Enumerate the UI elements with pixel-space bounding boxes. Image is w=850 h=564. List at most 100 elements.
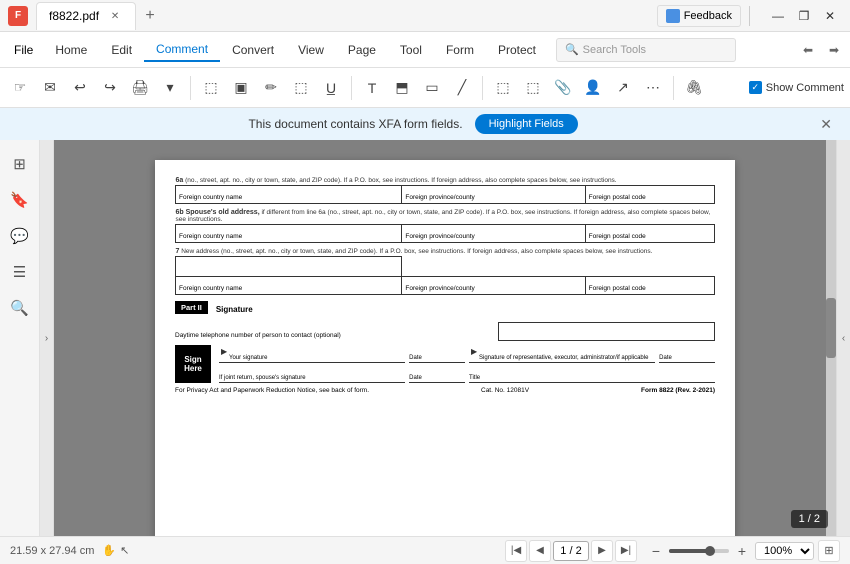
joint-sig-line: If joint return, spouse's signature bbox=[219, 365, 405, 383]
sign-fields-area: ▶ Your signature Date bbox=[219, 345, 715, 383]
toolbar-shape-icon[interactable]: ▭ bbox=[418, 74, 446, 102]
close-button[interactable]: ✕ bbox=[818, 4, 842, 28]
tab-f8822[interactable]: f8822.pdf ✕ bbox=[36, 2, 136, 30]
your-sig-fields: ▶ Your signature Date bbox=[219, 345, 465, 363]
document-viewer: 6a (no., street, apt. no., city or town,… bbox=[54, 140, 836, 536]
tab-bar: f8822.pdf ✕ + bbox=[36, 2, 657, 30]
menu-item-form[interactable]: Form bbox=[434, 39, 486, 61]
new-tab-button[interactable]: + bbox=[138, 4, 162, 28]
toolbar-pen-icon[interactable]: ✏ bbox=[257, 74, 285, 102]
menu-item-home[interactable]: Home bbox=[43, 39, 99, 61]
zoom-in-button[interactable]: + bbox=[733, 542, 751, 560]
collapse-left-button[interactable]: › bbox=[40, 140, 54, 536]
toolbar-print-icon[interactable]: 🖨 bbox=[126, 74, 154, 102]
toolbar-user-icon[interactable]: 👤 bbox=[579, 74, 607, 102]
toolbar-clip-icon[interactable]: 🖇 bbox=[680, 74, 708, 102]
row-6b-field-country: Foreign country name bbox=[176, 225, 402, 243]
form-row-6a: 6a (no., street, apt. no., city or town,… bbox=[175, 176, 715, 204]
your-sig-line: Your signature bbox=[219, 345, 405, 363]
toolbar-undo-icon[interactable]: ↩ bbox=[66, 74, 94, 102]
xfa-bar-center: This document contains XFA form fields. … bbox=[12, 114, 814, 134]
menu-item-page[interactable]: Page bbox=[336, 39, 388, 61]
menu-item-view[interactable]: View bbox=[286, 39, 336, 61]
tab-close-icon[interactable]: ✕ bbox=[107, 8, 123, 24]
page-input[interactable] bbox=[553, 541, 589, 561]
rep-sig-field: ▶ Signature of representative, executor,… bbox=[469, 345, 655, 363]
menu-item-protect[interactable]: Protect bbox=[486, 39, 548, 61]
zoom-slider-thumb[interactable] bbox=[705, 546, 715, 556]
prev-page-button[interactable]: ◀ bbox=[529, 540, 551, 562]
sidebar-search-icon[interactable]: 🔍 bbox=[4, 292, 36, 324]
fit-page-button[interactable]: ⊞ bbox=[818, 540, 840, 562]
nav-forward-button[interactable]: ➡ bbox=[822, 38, 846, 62]
your-sig-date: Date bbox=[409, 345, 465, 363]
row-6a-field-postal: Foreign postal code bbox=[585, 186, 714, 204]
dimensions-label: 21.59 x 27.94 cm bbox=[10, 545, 94, 557]
sign-here-section: Sign Here ▶ Your signature bbox=[175, 345, 715, 383]
sidebar: ⊞ 🔖 💬 ☰ 🔍 bbox=[0, 140, 40, 536]
zoom-slider[interactable] bbox=[669, 549, 729, 553]
toolbar-eraser-icon[interactable]: ⬚ bbox=[287, 74, 315, 102]
toolbar-more-icon[interactable]: ⋯ bbox=[639, 74, 667, 102]
part2-title: Signature bbox=[216, 305, 253, 314]
row-7-field-main bbox=[176, 257, 402, 277]
toolbar-share-icon[interactable]: ↗ bbox=[609, 74, 637, 102]
statusbar-nav: |◀ ◀ ▶ ▶| − + 100% 75% 125% 150% ⊞ bbox=[505, 540, 840, 562]
xfa-close-icon[interactable]: ✕ bbox=[814, 114, 838, 135]
toolbar-separator-3 bbox=[482, 76, 483, 100]
collapse-right-button[interactable]: ‹ bbox=[836, 140, 850, 536]
feedback-button[interactable]: Feedback bbox=[657, 5, 741, 27]
toolbar: ☞ ✉ ↩ ↪ 🖨 ▾ ⬚ ▣ ✏ ⬚ U̲ T ⬒ ▭ ╱ ⬚ ⬚ 📎 👤 ↗… bbox=[0, 68, 850, 108]
daytime-field bbox=[499, 323, 715, 341]
row-7-number: 7 bbox=[176, 248, 180, 255]
toolbar-select-icon[interactable]: ⬚ bbox=[197, 74, 225, 102]
nav-back-button[interactable]: ⬅ bbox=[796, 38, 820, 62]
scrollbar-vertical[interactable] bbox=[826, 140, 836, 536]
joint-sig-fields: If joint return, spouse's signature Date bbox=[219, 365, 465, 383]
first-page-button[interactable]: |◀ bbox=[505, 540, 527, 562]
search-tools-box[interactable]: 🔍 Search Tools bbox=[556, 38, 736, 62]
toolbar-highlight-icon[interactable]: ▣ bbox=[227, 74, 255, 102]
menu-item-file[interactable]: File bbox=[4, 39, 43, 61]
joint-sig-group: If joint return, spouse's signature Date bbox=[219, 365, 465, 383]
toolbar-line-icon[interactable]: ╱ bbox=[448, 74, 476, 102]
zoom-controls: − + 100% 75% 125% 150% ⊞ bbox=[647, 540, 840, 562]
menu-item-tool[interactable]: Tool bbox=[388, 39, 434, 61]
titlebar: F f8822.pdf ✕ + Feedback — ❐ ✕ bbox=[0, 0, 850, 32]
minimize-button[interactable]: — bbox=[766, 4, 790, 28]
restore-button[interactable]: ❐ bbox=[792, 4, 816, 28]
sidebar-comment-icon[interactable]: 💬 bbox=[4, 220, 36, 252]
scrollbar-thumb[interactable] bbox=[826, 298, 836, 358]
toolbar-hand-icon[interactable]: ☞ bbox=[6, 74, 34, 102]
toolbar-callout-icon[interactable]: ⬒ bbox=[388, 74, 416, 102]
toolbar-text-icon[interactable]: T bbox=[358, 74, 386, 102]
toolbar-redo-icon[interactable]: ↪ bbox=[96, 74, 124, 102]
show-comment-checkbox[interactable]: ✓ bbox=[749, 81, 762, 94]
form-row-6b: 6b Spouse's old address, if different fr… bbox=[175, 208, 715, 243]
toolbar-underline-icon[interactable]: U̲ bbox=[317, 74, 345, 102]
arrow-cursor-icon[interactable]: ↖ bbox=[120, 544, 129, 557]
toolbar-attach-icon[interactable]: 📎 bbox=[549, 74, 577, 102]
sidebar-bookmark-icon[interactable]: 🔖 bbox=[4, 184, 36, 216]
menu-item-comment[interactable]: Comment bbox=[144, 38, 220, 62]
menu-item-edit[interactable]: Edit bbox=[99, 39, 144, 61]
zoom-out-button[interactable]: − bbox=[647, 542, 665, 560]
last-page-button[interactable]: ▶| bbox=[615, 540, 637, 562]
toolbar-stamp-icon[interactable]: ⬚ bbox=[519, 74, 547, 102]
toolbar-note-icon[interactable]: ✉ bbox=[36, 74, 64, 102]
feedback-icon bbox=[666, 9, 680, 23]
menu-item-convert[interactable]: Convert bbox=[220, 39, 286, 61]
toolbar-measure-icon[interactable]: ⬚ bbox=[489, 74, 517, 102]
highlight-fields-button[interactable]: Highlight Fields bbox=[475, 114, 578, 134]
sidebar-pages-icon[interactable]: ⊞ bbox=[4, 148, 36, 180]
hand-cursor-icon[interactable]: ✋ bbox=[102, 544, 116, 557]
zoom-select[interactable]: 100% 75% 125% 150% bbox=[755, 542, 814, 560]
rep-sig-date: Date bbox=[659, 345, 715, 363]
rep-sig-group: ▶ Signature of representative, executor,… bbox=[469, 345, 715, 363]
toolbar-separator-4 bbox=[673, 76, 674, 100]
sidebar-layers-icon[interactable]: ☰ bbox=[4, 256, 36, 288]
toolbar-separator-2 bbox=[351, 76, 352, 100]
row-6b-field-postal: Foreign postal code bbox=[585, 225, 714, 243]
toolbar-dropdown-icon[interactable]: ▾ bbox=[156, 74, 184, 102]
next-page-button[interactable]: ▶ bbox=[591, 540, 613, 562]
